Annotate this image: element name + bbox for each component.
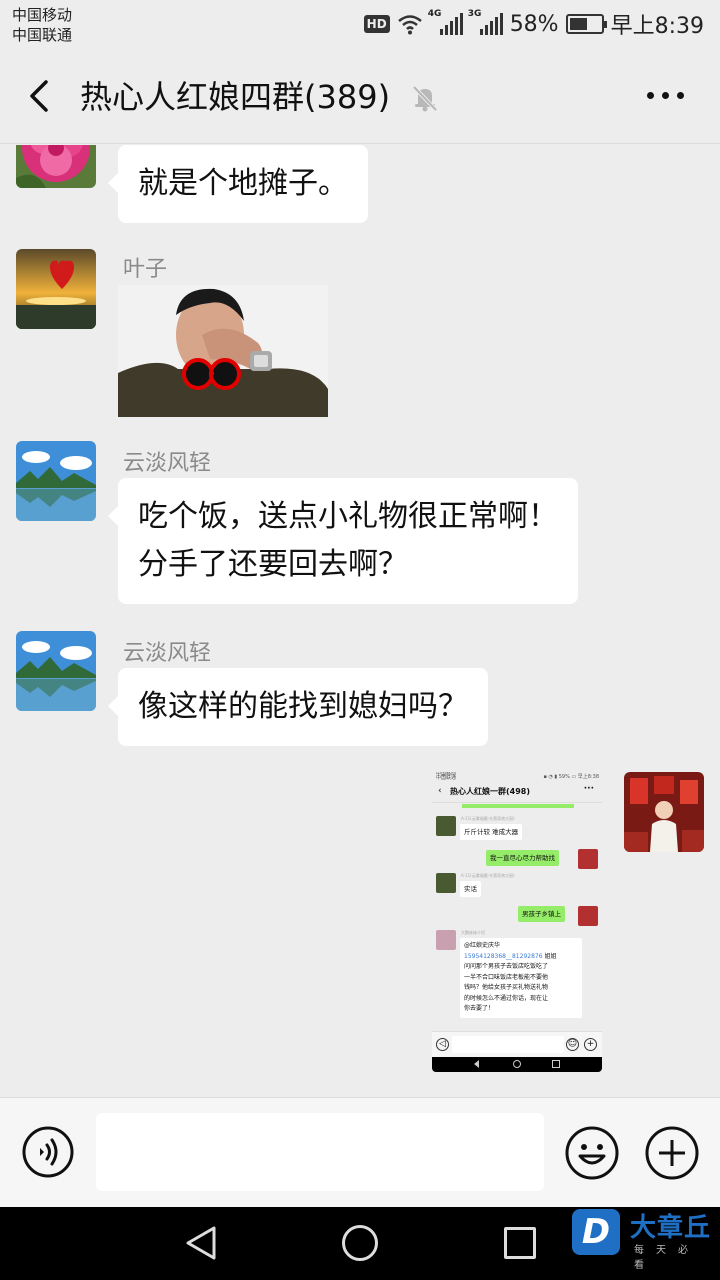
- message-bubble[interactable]: 就是个地摊子。: [108, 145, 368, 223]
- landscape-avatar[interactable]: [16, 631, 96, 711]
- message-input[interactable]: [96, 1113, 544, 1191]
- avatar: [436, 816, 456, 836]
- message-list[interactable]: 就是个地摊子。 叶子 云淡风轻 吃个饭，送点小礼物很正常啊！ 分手了还要回去啊？…: [0, 145, 720, 1097]
- nav-home-icon[interactable]: [342, 1225, 378, 1261]
- screenshot-nav-bar: [432, 1057, 602, 1072]
- chat-title: 热心人红娘四群(389): [80, 78, 391, 116]
- carrier-2: 中国联通: [12, 26, 73, 44]
- sunset-heart-avatar[interactable]: [16, 249, 96, 329]
- battery-percent: 58%: [509, 11, 559, 37]
- wifi-icon: [397, 15, 422, 35]
- sender-name: 云淡风轻: [123, 451, 212, 476]
- landscape-avatar[interactable]: [16, 441, 96, 521]
- carrier-1: 中国移动: [12, 6, 73, 24]
- chevron-left-icon: ‹: [438, 786, 442, 796]
- watermark-name: 大章丘: [630, 1213, 712, 1243]
- status-icons: HD 4G 3G 58% 早上8:39: [363, 9, 704, 39]
- message-bubble[interactable]: 像这样的能找到媳妇吗？: [108, 668, 488, 746]
- signal-icon-2: 3G: [468, 9, 503, 35]
- sender-name: 云淡风轻: [123, 641, 212, 666]
- input-bar: [0, 1097, 720, 1207]
- voice-icon[interactable]: [22, 1126, 74, 1178]
- bell-off-icon: [412, 85, 438, 112]
- my-avatar[interactable]: [624, 772, 704, 852]
- nav-recents-icon[interactable]: [504, 1227, 536, 1259]
- screenshot-status-bar: 中国移动 中国联通 ▪ ◔ ▮ 59% ▭ 早上8:38: [432, 772, 602, 781]
- shared-screenshot-image[interactable]: 中国移动 中国联通 ▪ ◔ ▮ 59% ▭ 早上8:38 ‹ 热心人红娘一群(4…: [432, 772, 602, 1072]
- screenshot-title: 热心人红娘一群(498): [450, 787, 531, 796]
- more-dots-icon[interactable]: [647, 92, 684, 99]
- system-nav-bar: D 大章丘 每天必看: [0, 1207, 720, 1280]
- avatar: [578, 906, 598, 926]
- facepalm-sticker[interactable]: [118, 285, 328, 417]
- chevron-left-icon[interactable]: [22, 76, 62, 116]
- watermark-logo: D: [572, 1209, 620, 1255]
- screenshot-input-bar: ◁ ☺ +: [432, 1031, 602, 1057]
- sender-name: 叶子: [123, 257, 168, 282]
- status-bar: 中国移动 中国联通 HD 4G 3G 58% 早上8:39: [0, 0, 720, 50]
- screenshot-header: ‹ 热心人红娘一群(498) ···: [432, 781, 602, 803]
- message-line: 分手了还要回去啊？: [138, 547, 408, 582]
- clock: 早上8:39: [610, 14, 704, 39]
- avatar: [578, 849, 598, 869]
- emoji-icon[interactable]: [565, 1126, 619, 1180]
- pink-flower-avatar[interactable]: [16, 145, 96, 188]
- message-bubble[interactable]: 吃个饭，送点小礼物很正常啊！ 分手了还要回去啊？: [108, 478, 578, 604]
- watermark-slogan: 每天必看: [634, 1245, 700, 1271]
- battery-icon: [565, 14, 607, 34]
- signal-icon-1: 4G: [428, 9, 463, 35]
- message-line: 吃个饭，送点小礼物很正常啊！: [138, 499, 558, 534]
- avatar: [436, 873, 456, 893]
- watermark: D 大章丘 每天必看: [570, 1207, 720, 1280]
- chat-header: 热心人红娘四群(389): [0, 50, 720, 144]
- plus-icon[interactable]: [645, 1126, 699, 1180]
- hd-icon: HD: [363, 15, 390, 33]
- more-dots-icon: ···: [583, 784, 594, 794]
- avatar: [436, 930, 456, 950]
- carrier-names: 中国移动 中国联通: [12, 5, 72, 45]
- nav-back-icon[interactable]: [184, 1225, 218, 1261]
